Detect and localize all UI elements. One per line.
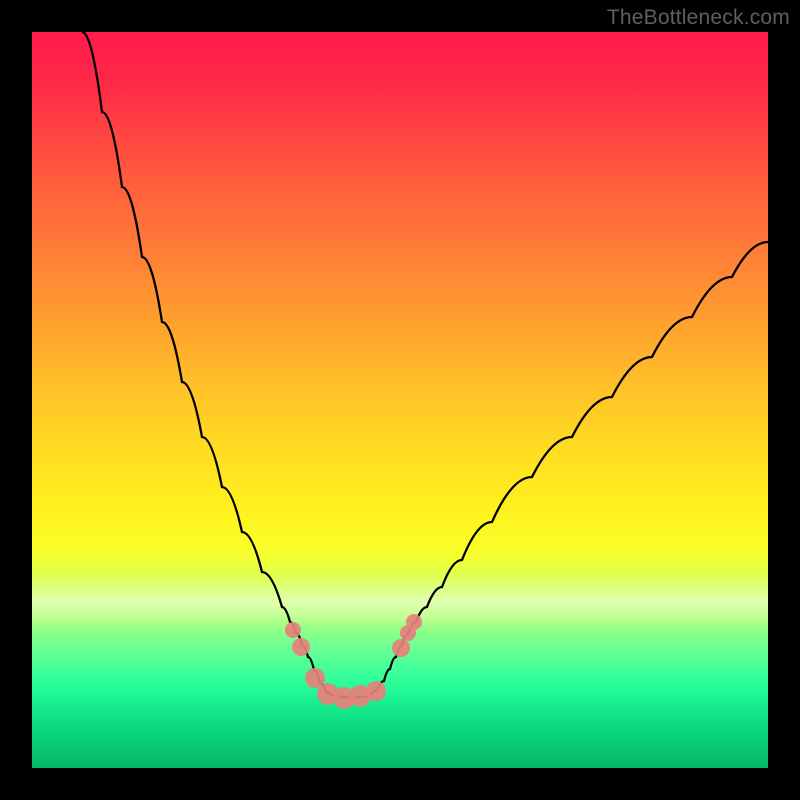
chart-frame: TheBottleneck.com <box>0 0 800 800</box>
data-marker <box>285 622 301 638</box>
data-marker <box>292 638 310 656</box>
data-marker <box>406 614 422 630</box>
plot-area <box>32 32 768 768</box>
data-marker <box>392 639 410 657</box>
data-marker <box>366 681 386 701</box>
marker-layer <box>32 32 768 768</box>
watermark-text: TheBottleneck.com <box>607 6 790 30</box>
